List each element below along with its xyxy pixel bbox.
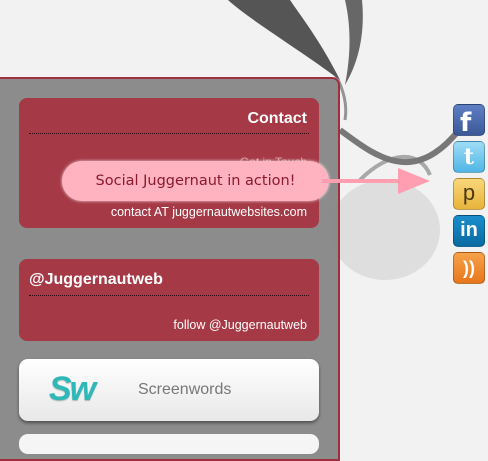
twitter-handle[interactable]: @Juggernautweb bbox=[29, 271, 163, 289]
twitter-icon: t bbox=[463, 144, 475, 170]
twitter-button[interactable]: t bbox=[453, 141, 485, 173]
contact-title: Contact bbox=[247, 110, 307, 127]
screenwords-label: Screenwords bbox=[138, 381, 232, 398]
linkedin-icon: in bbox=[460, 219, 478, 241]
pinterest-icon: p bbox=[462, 180, 476, 205]
divider bbox=[29, 133, 309, 134]
facebook-icon: f bbox=[460, 108, 472, 136]
callout-bubble: Social Juggernaut in action! bbox=[62, 161, 329, 201]
arrow-icon bbox=[322, 168, 430, 194]
rss-button[interactable]: )) bbox=[453, 252, 485, 284]
screenwords-logo: Sw bbox=[49, 370, 96, 408]
social-share-bar: f t p in )) bbox=[453, 104, 485, 289]
next-button-edge bbox=[19, 434, 319, 454]
linkedin-button[interactable]: in bbox=[453, 215, 485, 247]
twitter-box: @Juggernautweb follow @Juggernautweb bbox=[19, 259, 319, 341]
facebook-button[interactable]: f bbox=[453, 104, 485, 136]
callout-text: Social Juggernaut in action! bbox=[95, 173, 296, 189]
twitter-follow-link[interactable]: follow @Juggernautweb bbox=[173, 318, 307, 332]
rss-icon: )) bbox=[463, 258, 475, 278]
divider bbox=[29, 295, 309, 296]
pinterest-button[interactable]: p bbox=[453, 178, 485, 210]
contact-email: contact AT juggernautwebsites.com bbox=[110, 205, 307, 219]
screenwords-button[interactable]: Sw Screenwords bbox=[19, 359, 319, 421]
